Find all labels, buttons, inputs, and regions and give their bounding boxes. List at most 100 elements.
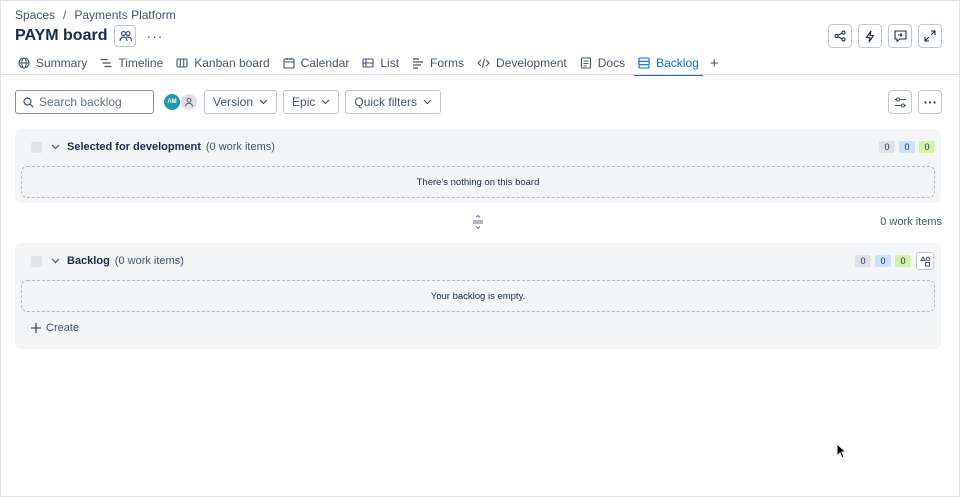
version-dropdown[interactable]: Version <box>204 90 278 114</box>
backlog-icon <box>638 57 650 69</box>
status-counters: 0 0 0 <box>879 141 935 153</box>
search-field[interactable] <box>15 90 154 114</box>
tab-timeline[interactable]: Timeline <box>96 52 167 74</box>
calendar-icon <box>283 58 295 69</box>
sliders-icon <box>894 96 906 108</box>
create-button[interactable]: Create <box>31 322 79 334</box>
title-row: PAYM board ··· <box>15 25 163 47</box>
lightning-icon <box>865 29 875 43</box>
globe-icon <box>18 57 30 69</box>
breadcrumb-separator: / <box>63 8 67 22</box>
chevron-down-icon <box>259 99 268 105</box>
section-count: (0 work items) <box>205 141 275 153</box>
share-icon <box>834 30 846 42</box>
tab-label: Development <box>496 56 567 70</box>
section-title: Selected for development <box>67 141 201 153</box>
more-horizontal-icon <box>924 100 936 104</box>
tab-label: Forms <box>430 56 465 70</box>
page-title: PAYM board <box>15 27 108 44</box>
tab-docs[interactable]: Docs <box>576 52 629 74</box>
nav-tabs: Summary Timeline Kanban board Calendar L… <box>14 52 719 76</box>
search-input[interactable] <box>39 95 149 109</box>
in-progress-count-badge: 0 <box>875 255 891 267</box>
header-actions <box>828 24 942 48</box>
selected-for-development-section: Selected for development (0 work items) … <box>15 129 941 203</box>
done-count-badge: 0 <box>895 255 911 267</box>
tab-label: List <box>380 56 400 70</box>
section-title: Backlog <box>67 255 110 267</box>
more-actions-button[interactable] <box>918 90 942 114</box>
fullscreen-button[interactable] <box>918 24 942 48</box>
backlog-options-button[interactable] <box>916 252 934 270</box>
section-header: Backlog (0 work items) <box>31 253 184 269</box>
tab-label: Calendar <box>300 56 350 70</box>
toolbar-actions <box>888 90 942 114</box>
backlog-section: Backlog (0 work items) 0 0 0 Your backlo… <box>15 243 941 349</box>
resize-handle[interactable] <box>472 215 484 229</box>
tab-label: Summary <box>36 56 88 70</box>
breadcrumb-project[interactable]: Payments Platform <box>74 8 175 22</box>
expand-icon <box>924 30 936 42</box>
forms-icon <box>413 58 424 69</box>
tab-backlog[interactable]: Backlog <box>634 52 703 76</box>
in-progress-count-badge: 0 <box>899 141 915 153</box>
empty-state: Your backlog is empty. <box>21 280 935 312</box>
feedback-icon <box>893 30 907 42</box>
collapse-toggle[interactable] <box>51 258 60 264</box>
section-header: Selected for development (0 work items) <box>31 139 275 155</box>
automation-button[interactable] <box>858 24 882 48</box>
add-tab-icon[interactable]: + <box>710 55 719 72</box>
tab-label: Timeline <box>118 56 164 70</box>
share-button[interactable] <box>828 24 852 48</box>
feedback-button[interactable] <box>888 24 912 48</box>
unassigned-avatar[interactable] <box>180 93 198 111</box>
total-work-items: 0 work items <box>880 216 942 228</box>
status-counters: 0 0 0 <box>855 255 911 267</box>
view-settings-button[interactable] <box>888 90 912 114</box>
people-icon <box>119 30 132 42</box>
chevron-down-icon <box>321 99 330 105</box>
drag-handle-icon <box>473 215 483 229</box>
chevron-down-icon <box>51 258 60 264</box>
avatar[interactable]: AM <box>163 93 181 111</box>
chevron-down-icon <box>51 144 60 150</box>
tabs-divider <box>0 74 960 75</box>
breadcrumb-spaces[interactable]: Spaces <box>15 8 55 22</box>
tab-forms[interactable]: Forms <box>408 52 468 74</box>
timeline-icon <box>100 58 112 68</box>
mouse-cursor-icon <box>836 443 846 459</box>
team-button[interactable] <box>114 25 137 47</box>
empty-state: There's nothing on this board <box>21 166 935 198</box>
search-icon <box>23 96 34 108</box>
epic-dropdown[interactable]: Epic <box>283 90 340 114</box>
section-checkbox[interactable] <box>31 141 42 153</box>
tab-summary[interactable]: Summary <box>14 52 91 74</box>
quick-filters-dropdown[interactable]: Quick filters <box>345 90 442 114</box>
breadcrumb: Spaces / Payments Platform <box>15 8 176 22</box>
todo-count-badge: 0 <box>855 255 871 267</box>
section-checkbox[interactable] <box>31 255 42 267</box>
code-icon <box>477 58 490 68</box>
epic-label: Epic <box>292 95 316 109</box>
create-label: Create <box>46 322 80 334</box>
tab-list[interactable]: List <box>358 52 403 74</box>
section-count: (0 work items) <box>114 255 184 267</box>
list-icon <box>362 58 374 68</box>
tab-label: Docs <box>597 56 626 70</box>
shapes-icon <box>919 255 930 266</box>
tab-label: Kanban board <box>194 56 270 70</box>
tab-label: Backlog <box>656 56 699 70</box>
plus-icon <box>31 323 41 333</box>
todo-count-badge: 0 <box>879 141 895 153</box>
chevron-down-icon <box>423 99 432 105</box>
tab-calendar[interactable]: Calendar <box>279 52 354 74</box>
quick-filters-label: Quick filters <box>354 95 418 109</box>
more-options-icon[interactable]: ··· <box>146 28 163 44</box>
tab-kanban-board[interactable]: Kanban board <box>172 52 273 74</box>
collapse-toggle[interactable] <box>51 144 60 150</box>
version-label: Version <box>213 95 254 109</box>
docs-icon <box>580 57 591 69</box>
tab-development[interactable]: Development <box>473 52 571 74</box>
person-icon <box>185 97 193 107</box>
done-count-badge: 0 <box>919 141 935 153</box>
